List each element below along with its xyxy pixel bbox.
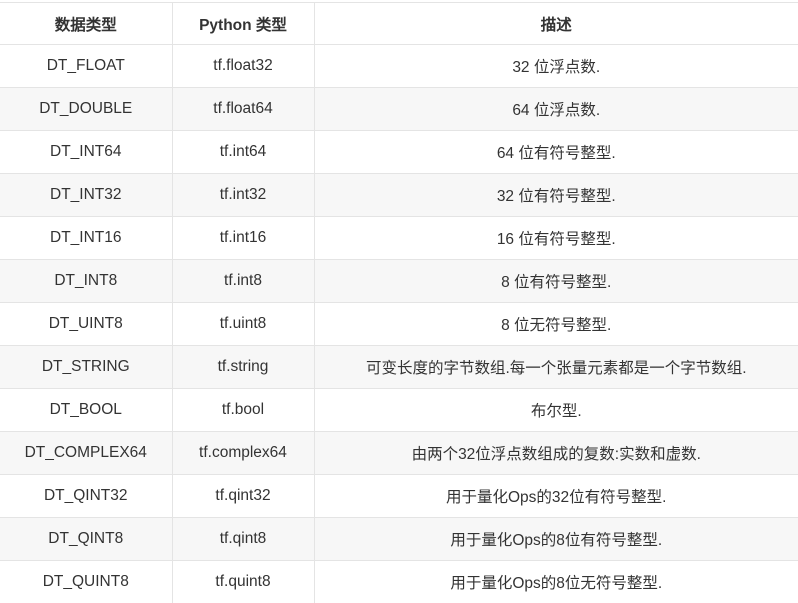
table-row: DT_COMPLEX64 tf.complex64 由两个32位浮点数组成的复数… — [0, 432, 798, 475]
cell-python-type: tf.int64 — [172, 131, 314, 174]
table-row: DT_INT32 tf.int32 32 位有符号整型. — [0, 174, 798, 217]
cell-data-type: DT_QINT8 — [0, 518, 172, 561]
table-row: DT_QINT32 tf.qint32 用于量化Ops的32位有符号整型. — [0, 475, 798, 518]
cell-python-type: tf.complex64 — [172, 432, 314, 475]
header-description: 描述 — [314, 3, 798, 45]
cell-data-type: DT_INT16 — [0, 217, 172, 260]
cell-description: 32 位浮点数. — [314, 45, 798, 88]
cell-python-type: tf.float32 — [172, 45, 314, 88]
header-data-type: 数据类型 — [0, 3, 172, 45]
cell-description: 用于量化Ops的8位有符号整型. — [314, 518, 798, 561]
table-row: DT_DOUBLE tf.float64 64 位浮点数. — [0, 88, 798, 131]
table-row: DT_STRING tf.string 可变长度的字节数组.每一个张量元素都是一… — [0, 346, 798, 389]
cell-description: 用于量化Ops的32位有符号整型. — [314, 475, 798, 518]
table-row: DT_INT8 tf.int8 8 位有符号整型. — [0, 260, 798, 303]
table-row: DT_FLOAT tf.float32 32 位浮点数. — [0, 45, 798, 88]
cell-python-type: tf.float64 — [172, 88, 314, 131]
cell-data-type: DT_BOOL — [0, 389, 172, 432]
cell-data-type: DT_COMPLEX64 — [0, 432, 172, 475]
cell-data-type: DT_INT64 — [0, 131, 172, 174]
cell-description: 32 位有符号整型. — [314, 174, 798, 217]
cell-description: 8 位有符号整型. — [314, 260, 798, 303]
cell-python-type: tf.quint8 — [172, 561, 314, 603]
cell-description: 64 位浮点数. — [314, 88, 798, 131]
cell-data-type: DT_INT8 — [0, 260, 172, 303]
cell-python-type: tf.qint8 — [172, 518, 314, 561]
cell-description: 16 位有符号整型. — [314, 217, 798, 260]
cell-data-type: DT_FLOAT — [0, 45, 172, 88]
cell-description: 布尔型. — [314, 389, 798, 432]
table-header-row: 数据类型 Python 类型 描述 — [0, 3, 798, 45]
cell-python-type: tf.string — [172, 346, 314, 389]
cell-python-type: tf.int32 — [172, 174, 314, 217]
cell-python-type: tf.int8 — [172, 260, 314, 303]
cell-data-type: DT_QUINT8 — [0, 561, 172, 603]
table-row: DT_INT16 tf.int16 16 位有符号整型. — [0, 217, 798, 260]
table-row: DT_BOOL tf.bool 布尔型. — [0, 389, 798, 432]
cell-python-type: tf.bool — [172, 389, 314, 432]
data-type-table-container: 数据类型 Python 类型 描述 DT_FLOAT tf.float32 32… — [0, 2, 798, 603]
cell-python-type: tf.uint8 — [172, 303, 314, 346]
cell-description: 用于量化Ops的8位无符号整型. — [314, 561, 798, 603]
table-row: DT_QINT8 tf.qint8 用于量化Ops的8位有符号整型. — [0, 518, 798, 561]
cell-python-type: tf.int16 — [172, 217, 314, 260]
table-row: DT_UINT8 tf.uint8 8 位无符号整型. — [0, 303, 798, 346]
data-type-table: 数据类型 Python 类型 描述 DT_FLOAT tf.float32 32… — [0, 2, 798, 603]
cell-description: 64 位有符号整型. — [314, 131, 798, 174]
cell-description: 可变长度的字节数组.每一个张量元素都是一个字节数组. — [314, 346, 798, 389]
cell-data-type: DT_QINT32 — [0, 475, 172, 518]
cell-description: 由两个32位浮点数组成的复数:实数和虚数. — [314, 432, 798, 475]
cell-data-type: DT_STRING — [0, 346, 172, 389]
header-python-type: Python 类型 — [172, 3, 314, 45]
cell-description: 8 位无符号整型. — [314, 303, 798, 346]
table-row: DT_QUINT8 tf.quint8 用于量化Ops的8位无符号整型. — [0, 561, 798, 603]
cell-data-type: DT_DOUBLE — [0, 88, 172, 131]
cell-python-type: tf.qint32 — [172, 475, 314, 518]
table-row: DT_INT64 tf.int64 64 位有符号整型. — [0, 131, 798, 174]
cell-data-type: DT_INT32 — [0, 174, 172, 217]
cell-data-type: DT_UINT8 — [0, 303, 172, 346]
